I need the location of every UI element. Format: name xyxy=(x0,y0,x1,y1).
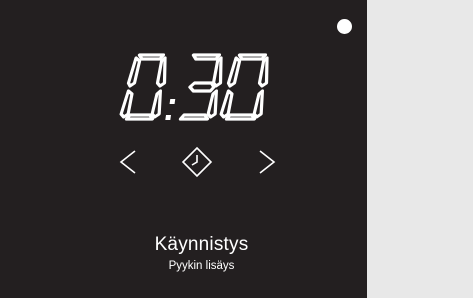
next-button[interactable] xyxy=(247,142,287,186)
colon xyxy=(165,99,176,120)
previous-button[interactable] xyxy=(108,142,148,186)
option-sublabel: Pyykin lisäys xyxy=(168,260,235,272)
time-select-button[interactable] xyxy=(177,142,217,186)
digit-0-second xyxy=(219,53,269,121)
status-indicator-dot xyxy=(337,19,352,34)
digit-0 xyxy=(119,53,167,121)
digit-3 xyxy=(178,53,223,121)
control-row xyxy=(0,142,367,186)
clock-diamond-icon xyxy=(180,145,214,184)
chevron-left-icon xyxy=(118,149,138,180)
option-label: Käynnistys xyxy=(154,234,249,255)
appliance-display-panel: Käynnistys Pyykin lisäys xyxy=(0,0,367,298)
time-display xyxy=(118,51,278,123)
chevron-right-icon xyxy=(257,149,277,180)
seven-segment-time xyxy=(119,53,269,121)
